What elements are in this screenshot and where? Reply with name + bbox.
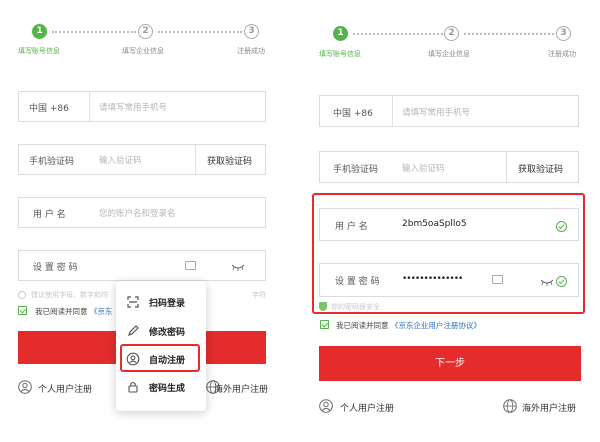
lock-icon [128, 381, 138, 393]
menu-label: 密码生成 [149, 384, 186, 394]
sms-code-input[interactable]: 输入验证码 [99, 154, 142, 166]
step-3-label: 注册成功 [237, 47, 265, 55]
password-label: 设 置 密 码 [335, 277, 380, 287]
right-registration-panel: 1 2 3 填写账号信息 填写企业信息 注册成功 中国 +86 请填写常用手机号… [300, 0, 600, 442]
password-field[interactable]: 设 置 密 码 [18, 250, 266, 281]
password-field[interactable]: 设 置 密 码 •••••••••••••• [319, 263, 579, 297]
step-2-indicator: 2 [444, 26, 459, 41]
info-icon [18, 291, 26, 299]
agree-checkbox[interactable] [320, 320, 329, 329]
agree-checkbox[interactable] [18, 306, 27, 315]
sms-code-field[interactable]: 手机验证码 输入验证码 获取验证码 [319, 151, 579, 183]
overseas-register-link[interactable]: 海外用户注册 [214, 382, 268, 395]
agree-prefix: 我已阅读并同意 [336, 321, 389, 330]
menu-item-scan-login[interactable]: 扫码登录 [116, 289, 206, 315]
eye-closed-icon[interactable] [231, 264, 245, 272]
step-connector [353, 33, 443, 35]
country-code[interactable]: 中国 +86 [333, 106, 373, 119]
get-code-button[interactable]: 获取验证码 [207, 154, 252, 167]
divider [89, 92, 90, 121]
country-code[interactable]: 中国 +86 [29, 101, 69, 114]
phone-field[interactable]: 中国 +86 请填写常用手机号 [18, 91, 266, 122]
username-input[interactable]: 2bm5oaSpllo5 [402, 219, 467, 229]
password-strength-hint: 你的密码很安全 [331, 303, 380, 311]
phone-input[interactable]: 请填写常用手机号 [99, 101, 167, 113]
extension-popup-menu: 扫码登录 修改密码 自动注册 密码生成 [116, 281, 206, 411]
step-connector [158, 31, 242, 33]
pencil-icon [128, 325, 139, 336]
sms-code-label: 手机验证码 [29, 157, 75, 167]
overseas-register-link[interactable]: 海外用户注册 [522, 401, 576, 414]
globe-icon [503, 399, 517, 413]
sms-code-label: 手机验证码 [333, 165, 379, 175]
step-3-indicator: 3 [556, 26, 571, 41]
agree-prefix: 我已阅读并同意 [35, 307, 88, 316]
divider [392, 96, 393, 126]
username-field[interactable]: 用 户 名 2bm5oaSpllo5 [319, 208, 579, 241]
step-2-indicator: 2 [138, 24, 153, 39]
username-label: 用 户 名 [33, 210, 66, 220]
scan-icon [127, 296, 139, 308]
step-2-label: 填写企业信息 [428, 50, 470, 58]
step-3-label: 注册成功 [548, 50, 576, 58]
shield-icon [319, 302, 327, 311]
divider [195, 145, 196, 174]
password-hint-tail: 字符 [252, 291, 266, 299]
agree-text: 我已阅读并同意 《京东 [35, 306, 112, 317]
menu-item-change-password[interactable]: 修改密码 [116, 318, 206, 344]
personal-register-link[interactable]: 个人用户注册 [38, 382, 92, 395]
sms-code-input[interactable]: 输入验证码 [402, 162, 445, 174]
keyboard-icon[interactable] [492, 275, 503, 284]
step-1-indicator: 1 [32, 24, 47, 39]
step-2-label: 填写企业信息 [122, 47, 164, 55]
phone-field[interactable]: 中国 +86 请填写常用手机号 [319, 95, 579, 127]
eye-closed-icon[interactable] [540, 279, 554, 287]
keyboard-icon[interactable] [185, 261, 196, 270]
next-step-button[interactable]: 下一步 [319, 346, 581, 381]
step-connector [464, 33, 554, 35]
menu-label: 自动注册 [149, 356, 186, 366]
username-label: 用 户 名 [335, 222, 368, 232]
agreement-link[interactable]: 《京东企业用户注册协议》 [391, 321, 481, 330]
step-connector [52, 31, 136, 33]
get-code-button[interactable]: 获取验证码 [518, 162, 563, 175]
menu-item-auto-register[interactable]: 自动注册 [116, 346, 206, 372]
user-icon [319, 399, 333, 413]
user-circle-icon [126, 352, 140, 366]
password-label: 设 置 密 码 [33, 263, 78, 273]
password-hint: 建议使用字母、数字和符 [31, 291, 108, 299]
check-circle-icon [556, 221, 567, 232]
agreement-link[interactable]: 《京东 [90, 307, 113, 316]
sms-code-field[interactable]: 手机验证码 输入验证码 获取验证码 [18, 144, 266, 175]
password-input[interactable]: •••••••••••••• [402, 274, 463, 284]
menu-label: 扫码登录 [149, 299, 186, 309]
check-circle-icon [556, 276, 567, 287]
step-1-indicator: 1 [333, 26, 348, 41]
step-1-label: 填写账号信息 [18, 47, 60, 55]
user-icon [18, 380, 32, 394]
username-field[interactable]: 用 户 名 您的账户名和登录名 [18, 197, 266, 228]
phone-input[interactable]: 请填写常用手机号 [402, 106, 470, 118]
username-input[interactable]: 您的账户名和登录名 [99, 207, 176, 219]
personal-register-link[interactable]: 个人用户注册 [340, 401, 394, 414]
divider [506, 152, 507, 182]
step-1-label: 填写账号信息 [319, 50, 361, 58]
step-3-indicator: 3 [244, 24, 259, 39]
menu-label: 修改密码 [149, 328, 186, 338]
agree-text: 我已阅读并同意 《京东企业用户注册协议》 [336, 320, 481, 331]
menu-item-password-generator[interactable]: 密码生成 [116, 374, 206, 400]
left-registration-panel: 1 2 3 填写账号信息 填写企业信息 注册成功 中国 +86 请填写常用手机号… [0, 0, 300, 442]
